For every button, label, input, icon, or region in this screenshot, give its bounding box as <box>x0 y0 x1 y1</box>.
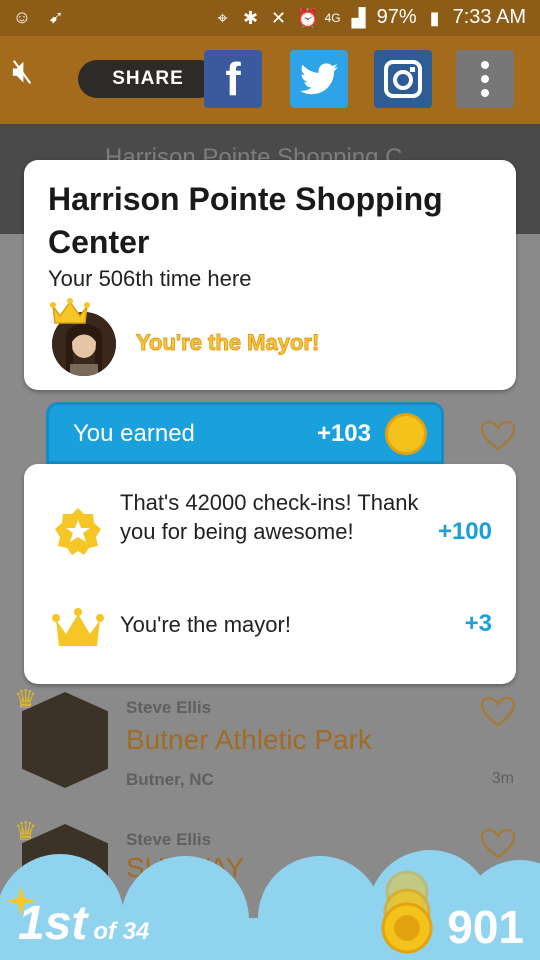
bonus-points: +100 <box>437 518 492 545</box>
kebab-menu-icon <box>481 61 489 97</box>
earned-amount: +103 <box>316 420 371 447</box>
facebook-icon: f <box>225 53 241 105</box>
rank-total: of 34 <box>93 918 150 945</box>
clock: 7:33 AM <box>452 6 526 28</box>
location-icon: ⌖ <box>217 7 228 28</box>
earned-banner: You earned +103 <box>46 402 444 464</box>
signal-icon: ▟ <box>351 7 366 28</box>
avatar <box>22 692 108 788</box>
battery-percent: 97% <box>376 6 417 28</box>
crown-icon <box>52 608 104 646</box>
rank-position: 1st <box>18 897 88 950</box>
venue-title: Harrison Pointe Shopping Center <box>48 181 443 260</box>
instagram-icon <box>384 60 422 98</box>
bonus-text: That's 42000 check-ins! Thank you for be… <box>120 490 419 544</box>
star-badge-icon <box>55 508 101 555</box>
mute-icon: ✕ <box>271 7 287 28</box>
instagram-share-button[interactable] <box>374 50 432 108</box>
feed-user-name: Steve Ellis <box>126 830 212 849</box>
earned-label: You earned <box>73 420 195 447</box>
heart-icon[interactable] <box>480 696 516 728</box>
bonus-card: That's 42000 check-ins! Thank you for be… <box>24 464 516 684</box>
feed-venue-name[interactable]: Butner Athletic Park <box>126 724 372 756</box>
share-bar: 🔇︎ SHARE f <box>0 36 540 124</box>
alarm-icon: ⏰ <box>296 7 319 28</box>
rank-display: 1st of 34 <box>18 896 149 951</box>
coin-stack-icon <box>381 870 433 954</box>
network-type: 4G <box>324 10 341 25</box>
facebook-share-button[interactable]: f <box>204 50 262 108</box>
coin-total: 901 <box>447 901 524 953</box>
twitter-share-button[interactable] <box>290 50 348 108</box>
send-icon: ➹ <box>48 7 64 27</box>
checkin-card: Harrison Pointe Shopping Center Your 506… <box>24 160 516 390</box>
share-label: SHARE <box>78 60 218 98</box>
crown-icon <box>50 298 90 324</box>
battery-icon: ▮ <box>429 7 440 28</box>
heart-icon[interactable] <box>480 420 516 452</box>
feed-venue-city: Butner, NC <box>126 770 214 789</box>
bluetooth-icon: ✱ <box>243 7 259 28</box>
more-options-button[interactable] <box>456 50 514 108</box>
visit-count: Your 506th time here <box>48 266 252 291</box>
coin-icon <box>385 413 427 455</box>
mayor-status: You're the Mayor! <box>135 330 320 356</box>
bonus-text: You're the mayor! <box>120 612 291 637</box>
feed-timestamp: 3m <box>491 770 514 787</box>
notification-icon: ☺ <box>12 7 32 27</box>
feed-user-name: Steve Ellis <box>126 698 212 717</box>
leaderboard-footer[interactable]: 1st of 34 901 <box>0 848 540 960</box>
sound-off-icon[interactable]: 🔇︎ <box>12 54 33 88</box>
bonus-points: +3 <box>464 610 492 637</box>
status-bar: ☺ ➹ ⌖ ✱ ✕ ⏰ 4G ▟ 97% ▮ 7:33 AM <box>0 0 540 36</box>
twitter-icon <box>300 63 338 95</box>
